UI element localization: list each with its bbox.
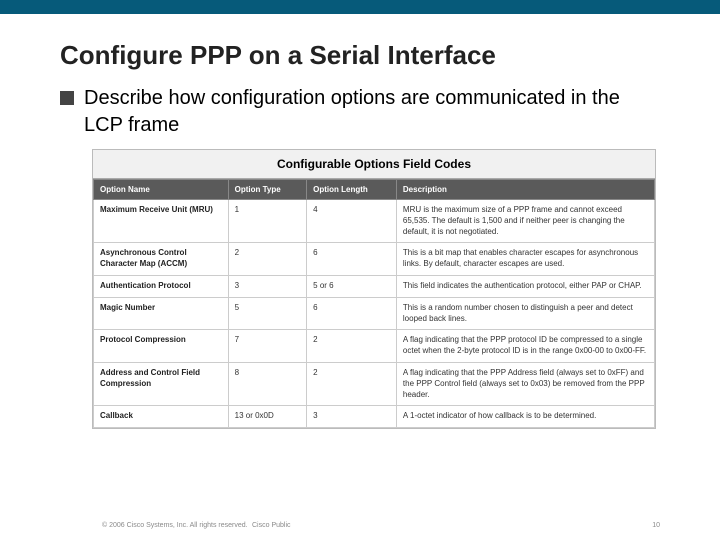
cell-length: 6 [307, 243, 397, 276]
cell-name: Asynchronous Control Character Map (ACCM… [94, 243, 229, 276]
cell-length: 2 [307, 362, 397, 405]
footer-page-number: 10 [652, 522, 660, 529]
cell-length: 4 [307, 200, 397, 243]
cell-length: 2 [307, 330, 397, 363]
cell-description: A 1-octet indicator of how callback is t… [396, 406, 654, 428]
table-row: Authentication Protocol35 or 6This field… [94, 275, 655, 297]
cell-description: This field indicates the authentication … [396, 275, 654, 297]
table-title: Configurable Options Field Codes [93, 150, 655, 179]
slide-title: Configure PPP on a Serial Interface [60, 40, 720, 71]
cell-type: 13 or 0x0D [228, 406, 307, 428]
col-header-type: Option Type [228, 180, 307, 200]
cell-name: Address and Control Field Compression [94, 362, 229, 405]
cell-description: A flag indicating that the PPP Address f… [396, 362, 654, 405]
cell-length: 5 or 6 [307, 275, 397, 297]
cell-name: Callback [94, 406, 229, 428]
cell-length: 3 [307, 406, 397, 428]
cell-description: A flag indicating that the PPP protocol … [396, 330, 654, 363]
cell-name: Magic Number [94, 297, 229, 330]
footer-copyright: © 2006 Cisco Systems, Inc. All rights re… [102, 522, 248, 529]
options-table: Option Name Option Type Option Length De… [93, 179, 655, 428]
bullet-item: Describe how configuration options are c… [60, 85, 660, 139]
table-row: Callback13 or 0x0D3A 1-octet indicator o… [94, 406, 655, 428]
table-row: Magic Number56This is a random number ch… [94, 297, 655, 330]
table-row: Maximum Receive Unit (MRU)14MRU is the m… [94, 200, 655, 243]
cell-description: This is a bit map that enables character… [396, 243, 654, 276]
col-header-name: Option Name [94, 180, 229, 200]
cell-type: 8 [228, 362, 307, 405]
bullet-text: Describe how configuration options are c… [84, 85, 660, 139]
bullet-marker [60, 91, 74, 105]
table-row: Asynchronous Control Character Map (ACCM… [94, 243, 655, 276]
cell-description: MRU is the maximum size of a PPP frame a… [396, 200, 654, 243]
cell-type: 7 [228, 330, 307, 363]
cell-name: Maximum Receive Unit (MRU) [94, 200, 229, 243]
cell-description: This is a random number chosen to distin… [396, 297, 654, 330]
footer-classification: Cisco Public [252, 522, 291, 529]
options-table-container: Configurable Options Field Codes Option … [92, 149, 656, 429]
cell-name: Protocol Compression [94, 330, 229, 363]
cell-type: 5 [228, 297, 307, 330]
cell-type: 2 [228, 243, 307, 276]
col-header-length: Option Length [307, 180, 397, 200]
table-header-row: Option Name Option Type Option Length De… [94, 180, 655, 200]
col-header-desc: Description [396, 180, 654, 200]
cell-type: 3 [228, 275, 307, 297]
table-row: Protocol Compression72A flag indicating … [94, 330, 655, 363]
cell-type: 1 [228, 200, 307, 243]
cell-name: Authentication Protocol [94, 275, 229, 297]
top-accent-bar [0, 0, 720, 14]
cell-length: 6 [307, 297, 397, 330]
table-row: Address and Control Field Compression82A… [94, 362, 655, 405]
